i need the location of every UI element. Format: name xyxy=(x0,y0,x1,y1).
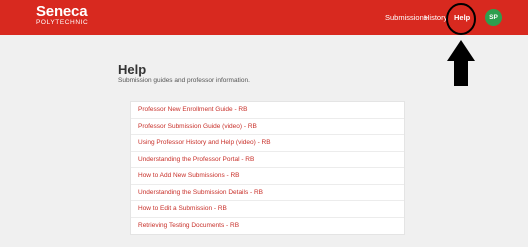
logo-subtitle: POLYTECHNIC xyxy=(36,19,89,26)
guide-link-history-help-video[interactable]: Using Professor History and Help (video)… xyxy=(131,135,404,152)
nav-submissions[interactable]: Submissions xyxy=(385,0,428,35)
seneca-logo[interactable]: Seneca POLYTECHNIC xyxy=(36,4,88,27)
logo-wordmark: Seneca xyxy=(36,3,88,20)
guide-link-add-submissions[interactable]: How to Add New Submissions - RB xyxy=(131,168,404,185)
nav-history[interactable]: History xyxy=(424,0,447,35)
guide-link-professor-portal[interactable]: Understanding the Professor Portal - RB xyxy=(131,152,404,168)
guide-link-submission-details[interactable]: Understanding the Submission Details - R… xyxy=(131,185,404,201)
guide-link-submission-video[interactable]: Professor Submission Guide (video) - RB xyxy=(131,119,404,135)
help-guides-list: Professor New Enrollment Guide - RB Prof… xyxy=(130,101,405,235)
page-title: Help xyxy=(118,62,147,77)
page-subtitle: Submission guides and professor informat… xyxy=(118,77,250,84)
guide-link-edit-submission[interactable]: How to Edit a Submission - RB xyxy=(131,201,404,218)
nav-help[interactable]: Help xyxy=(454,0,470,35)
up-arrow-annotation xyxy=(447,40,475,86)
user-avatar[interactable]: SP xyxy=(485,9,502,26)
guide-link-testing-documents[interactable]: Retrieving Testing Documents - RB xyxy=(131,218,404,235)
top-navigation-bar: Seneca POLYTECHNIC Submissions History H… xyxy=(0,0,528,35)
guide-link-new-enrollment[interactable]: Professor New Enrollment Guide - RB xyxy=(131,102,404,119)
